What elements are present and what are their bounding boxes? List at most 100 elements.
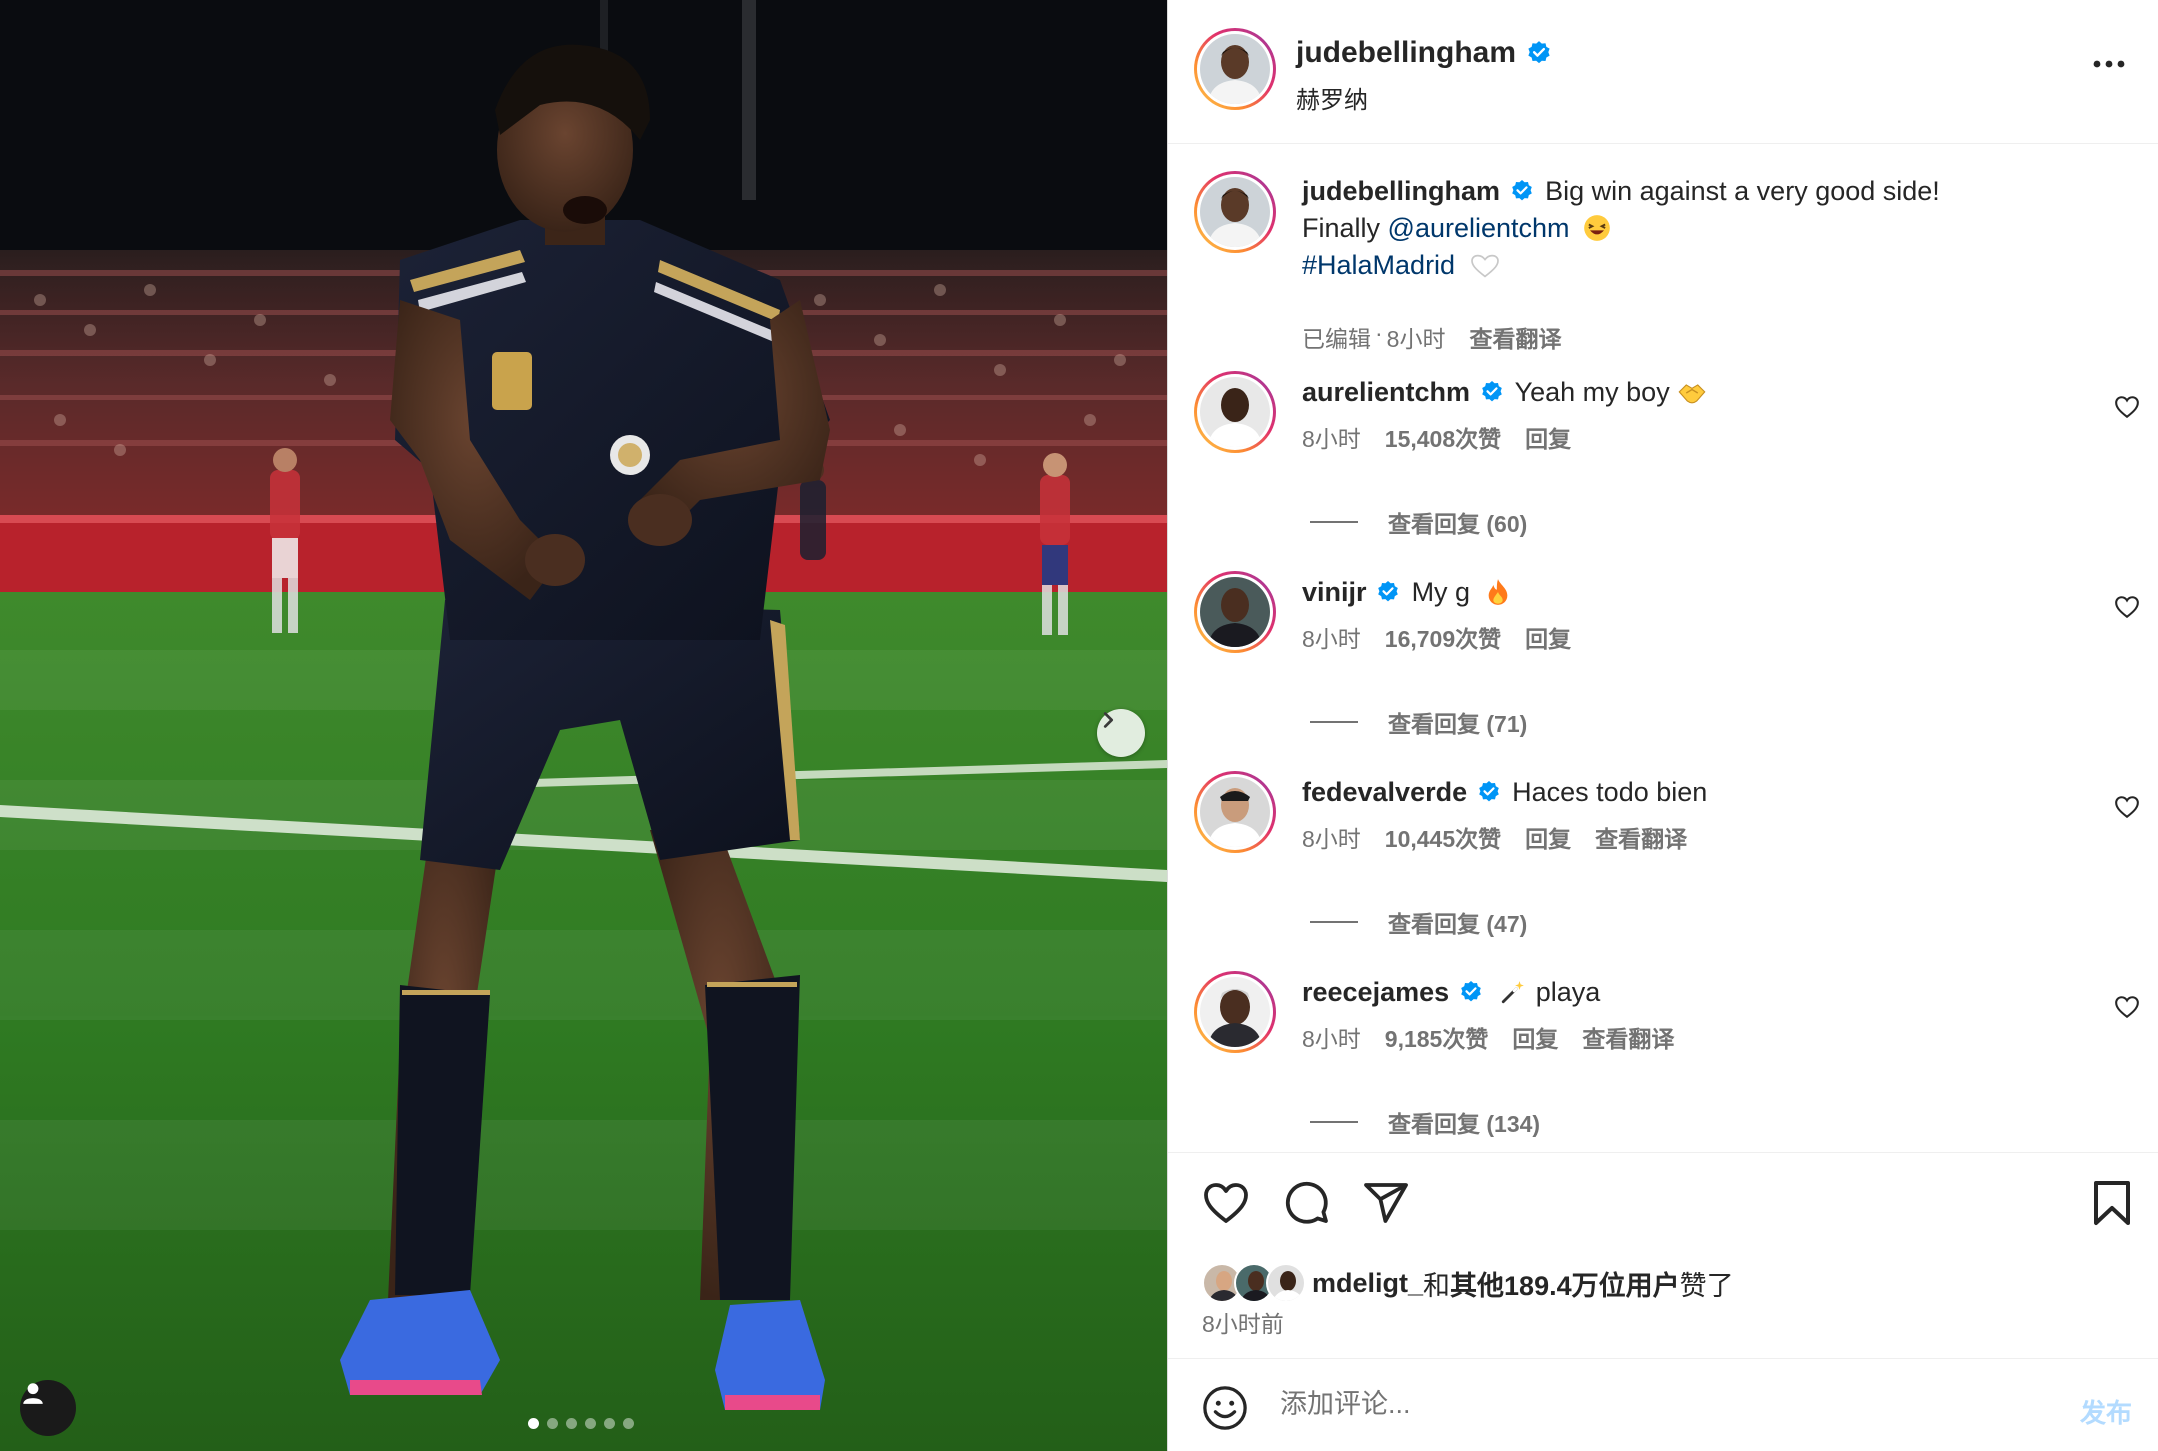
view-replies-button[interactable]: 查看回复 (71) [1310, 705, 1527, 739]
replies-line [1310, 521, 1358, 523]
view-replies-button[interactable]: 查看回复 (47) [1310, 905, 1527, 939]
comment-like-button[interactable] [2114, 395, 2140, 424]
carousel-next-button[interactable] [1097, 709, 1145, 757]
comment-composer: 发布 [1168, 1358, 2158, 1451]
avatar-image [1200, 977, 1270, 1047]
like-button[interactable] [1202, 1181, 1250, 1230]
more-options-button[interactable] [2092, 56, 2126, 74]
fire-emoji-icon [1488, 579, 1507, 605]
author-username[interactable]: judebellingham [1296, 36, 1516, 70]
caption-mention-link[interactable]: @aurelientchm [1388, 213, 1570, 243]
view-replies-button[interactable]: 查看回复 (60) [1310, 505, 1527, 539]
player-photo [0, 0, 1167, 1451]
comment-like-button[interactable] [2114, 595, 2140, 624]
comment-time[interactable]: 8小时 [1302, 1020, 1361, 1054]
verified-badge-icon [1481, 380, 1502, 402]
comment-text: reecejames playa [1302, 974, 2062, 1011]
comment-reply-button[interactable]: 回复 [1525, 820, 1571, 854]
comment-translate-link[interactable]: 查看翻译 [1595, 820, 1687, 854]
caption-hashtag-link[interactable]: #HalaMadrid [1302, 250, 1455, 280]
comment-body: playa [1535, 977, 1601, 1007]
chevron-right-icon [1103, 712, 1114, 728]
heart-icon [1204, 1183, 1248, 1223]
verified-badge-icon [1478, 780, 1499, 802]
replies-line [1310, 921, 1358, 923]
comment-body: My g [1411, 577, 1471, 607]
white-heart-icon [1470, 254, 1499, 278]
caption-time[interactable]: 8小时 [1387, 320, 1446, 354]
avatar-image [1200, 577, 1270, 647]
comment-translate-link[interactable]: 查看翻译 [1582, 1020, 1674, 1054]
view-replies-label: 查看回复 (47) [1388, 911, 1528, 937]
comment-meta: 8小时 9,185次赞 回复 查看翻译 [1302, 1020, 1674, 1054]
comments-section[interactable]: judebellingham Big win against a very go… [1168, 145, 2158, 1150]
comment-reply-button[interactable]: 回复 [1525, 620, 1571, 654]
comment-username[interactable]: reecejames [1302, 977, 1449, 1007]
caption-username[interactable]: judebellingham [1302, 176, 1500, 206]
view-replies-button[interactable]: 查看回复 (134) [1310, 1105, 1540, 1139]
share-button[interactable] [1362, 1179, 1410, 1232]
carousel-dot [604, 1418, 615, 1429]
comment-text: vinijr My g [1302, 574, 2062, 611]
avatar-image [1200, 777, 1270, 847]
comment-username[interactable]: fedevalverde [1302, 777, 1467, 807]
carousel-dot [547, 1418, 558, 1429]
comment-input[interactable] [1280, 1381, 1980, 1427]
comment-username[interactable]: vinijr [1302, 577, 1367, 607]
comment-time[interactable]: 8小时 [1302, 620, 1361, 654]
verified-badge-icon [1460, 980, 1481, 1002]
caption-translate-link[interactable]: 查看翻译 [1469, 320, 1561, 354]
comment-text: fedevalverde Haces todo bien [1302, 774, 2062, 811]
heart-icon [2115, 796, 2139, 819]
avatar-image [1200, 177, 1270, 247]
post-comment-button[interactable]: 发布 [2080, 1393, 2132, 1430]
comment-body: Yeah my boy [1514, 377, 1670, 407]
save-button[interactable] [2090, 1179, 2134, 1232]
comment-likes-count[interactable]: 9,185次赞 [1385, 1020, 1489, 1054]
comment-likes-count[interactable]: 16,709次赞 [1385, 620, 1501, 654]
liker-avatars [1202, 1263, 1308, 1303]
avatar-image [1200, 377, 1270, 447]
comment-text: aurelientchm Yeah my boy [1302, 374, 2062, 411]
comment-username[interactable]: aurelientchm [1302, 377, 1470, 407]
comment-icon [1285, 1181, 1328, 1224]
emoji-icon [1203, 1386, 1247, 1430]
comment-likes-count[interactable]: 10,445次赞 [1385, 820, 1501, 854]
verified-badge-icon [1378, 580, 1398, 602]
post-photo[interactable] [0, 0, 1167, 1451]
post-time[interactable]: 8小时前 [1202, 1305, 1284, 1339]
caption-text: judebellingham Big win against a very go… [1302, 173, 2062, 284]
comment-like-button[interactable] [2114, 995, 2140, 1024]
comment-button[interactable] [1282, 1179, 1330, 1232]
caption-meta-separator: · [1375, 320, 1383, 346]
author-avatar[interactable] [1194, 28, 1276, 110]
user-tag-icon [23, 1383, 43, 1404]
emoji-button[interactable] [1202, 1385, 1248, 1436]
caption-author-avatar[interactable] [1194, 171, 1276, 253]
comment-likes-count[interactable]: 15,408次赞 [1385, 420, 1501, 454]
comment-like-button[interactable] [2114, 795, 2140, 824]
carousel-indicator [528, 1418, 634, 1429]
post-location[interactable]: 赫罗纳 [1296, 80, 1368, 115]
caption-meta: 已编辑 · 8小时 查看翻译 [1302, 320, 1561, 354]
carousel-dot [585, 1418, 596, 1429]
user-tag-button[interactable] [20, 1380, 76, 1436]
likes-others-link[interactable]: 其他189.4万位用户 [1450, 1264, 1680, 1303]
likes-suffix: 赞了 [1679, 1270, 1734, 1301]
comment-time[interactable]: 8小时 [1302, 420, 1361, 454]
share-icon [1364, 1183, 1408, 1223]
liker-username[interactable]: mdeligt_ [1312, 1268, 1423, 1299]
comment-time[interactable]: 8小时 [1302, 820, 1361, 854]
comment-avatar[interactable] [1194, 371, 1276, 453]
comment-avatar[interactable] [1194, 571, 1276, 653]
comment-avatar[interactable] [1194, 771, 1276, 853]
comment-avatar[interactable] [1194, 971, 1276, 1053]
carousel-dot [566, 1418, 577, 1429]
carousel-dot [528, 1418, 539, 1429]
post-actions: mdeligt_ 和 其他189.4万位用户 赞了 8小时前 [1168, 1152, 2158, 1360]
comment-reply-button[interactable]: 回复 [1525, 420, 1571, 454]
carousel-dot [623, 1418, 634, 1429]
view-replies-label: 查看回复 (71) [1388, 711, 1528, 737]
post-header: judebellingham 赫罗纳 [1168, 0, 2158, 144]
comment-reply-button[interactable]: 回复 [1512, 1020, 1558, 1054]
